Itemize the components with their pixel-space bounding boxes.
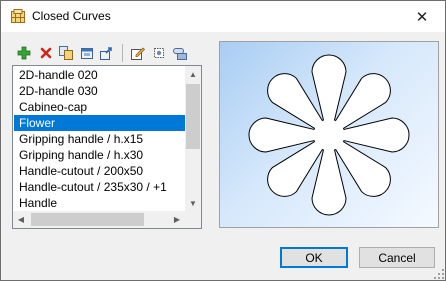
import-icon[interactable] (79, 45, 95, 61)
resize-grip-icon[interactable] (434, 269, 444, 279)
cancel-button[interactable]: Cancel (359, 247, 435, 268)
curve-list-items: 2D-handle 020 2D-handle 030 Cabineo-cap … (14, 67, 185, 210)
list-item[interactable]: Handle-cutout / 200x50 (14, 163, 185, 179)
vertical-scrollbar[interactable]: ▲ ▼ (185, 66, 201, 211)
ok-button[interactable]: OK (280, 247, 348, 268)
flower-shape (248, 54, 410, 216)
list-item[interactable]: 2D-handle 020 (14, 67, 185, 83)
horizontal-scroll-thumb[interactable] (31, 213, 144, 226)
curve-list[interactable]: 2D-handle 020 2D-handle 030 Cabineo-cap … (12, 65, 202, 229)
properties-icon[interactable] (172, 45, 188, 61)
scroll-left-icon[interactable]: ◀ (13, 211, 29, 227)
flower-outline (248, 54, 410, 216)
export-icon[interactable] (98, 45, 114, 61)
scroll-up-icon[interactable]: ▲ (185, 66, 201, 82)
curve-preview (219, 41, 439, 228)
vertical-scroll-thumb[interactable] (186, 84, 200, 149)
add-icon[interactable] (16, 45, 32, 61)
toolbar-separator (122, 44, 123, 62)
list-item[interactable]: Gripping handle / h.x15 (14, 131, 185, 147)
list-item[interactable]: Cabineo-cap (14, 99, 185, 115)
scroll-right-icon[interactable]: ▶ (169, 211, 185, 227)
horizontal-scrollbar[interactable]: ◀ ▶ (13, 211, 185, 228)
settings-icon[interactable] (151, 45, 167, 61)
closed-curves-dialog: Closed Curves ✕ 2D-handle 020 2D-handle … (0, 0, 446, 281)
edit-icon[interactable] (130, 45, 146, 61)
list-item[interactable]: Gripping handle / h.x30 (14, 147, 185, 163)
title-bar: Closed Curves ✕ (1, 1, 445, 32)
scrollbar-corner (185, 211, 201, 228)
list-item-selected[interactable]: Flower (14, 115, 185, 131)
list-item[interactable]: Handle (14, 195, 185, 210)
dialog-title: Closed Curves (32, 9, 111, 23)
list-item[interactable]: Handle-cutout / 235x30 / +1 (14, 179, 185, 195)
delete-icon[interactable] (38, 45, 54, 61)
close-icon: ✕ (415, 8, 429, 26)
close-button[interactable]: ✕ (399, 1, 445, 32)
app-icon (11, 9, 25, 23)
copy-icon[interactable] (58, 45, 74, 61)
scroll-down-icon[interactable]: ▼ (185, 195, 201, 211)
list-item[interactable]: 2D-handle 030 (14, 83, 185, 99)
